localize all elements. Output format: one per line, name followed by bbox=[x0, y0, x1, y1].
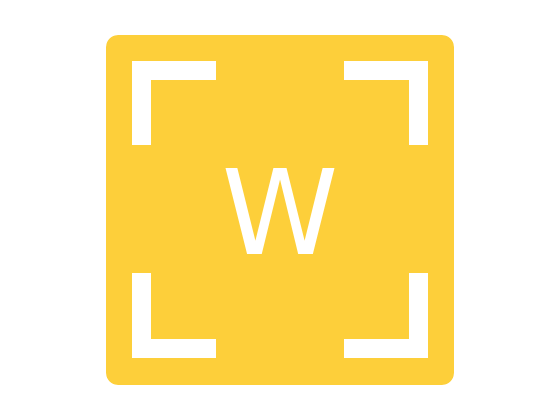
logo-svg: W bbox=[106, 35, 454, 385]
app-logo-icon: W bbox=[106, 35, 454, 385]
logo-letter: W bbox=[222, 144, 339, 282]
logo-canvas: W bbox=[0, 0, 560, 420]
